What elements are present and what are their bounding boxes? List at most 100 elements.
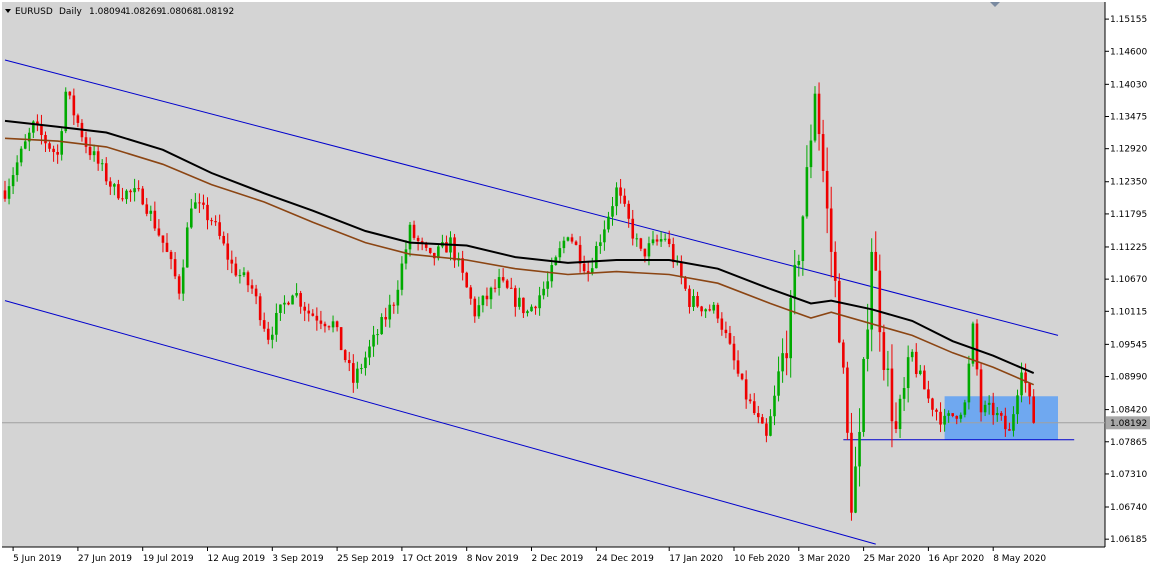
candle-body: [412, 224, 416, 238]
candle-body: [372, 334, 375, 347]
candle-body: [931, 398, 934, 410]
time-tick-label: 17 Oct 2019: [402, 554, 458, 564]
candle-body: [497, 277, 501, 289]
candle-body: [708, 309, 711, 311]
candle-body: [1016, 395, 1019, 415]
candle-body: [983, 404, 987, 413]
candle-body: [181, 267, 185, 294]
candle-body: [505, 280, 509, 288]
price-tick-label: 1.08420: [1110, 406, 1147, 416]
candle-body: [509, 287, 513, 289]
candle-body: [117, 184, 120, 199]
candle-body: [428, 247, 432, 253]
candle-body: [194, 202, 197, 209]
time-tick-label: 8 May 2020: [993, 554, 1046, 564]
candle-body: [185, 227, 189, 268]
candle-body: [206, 204, 209, 221]
candle-body: [655, 239, 659, 242]
candle-body: [287, 302, 290, 305]
candle-body: [987, 402, 991, 405]
price-tick-label: 1.06185: [1110, 535, 1147, 545]
candle-body: [514, 288, 517, 307]
candle-body: [805, 167, 809, 217]
candle-body: [1000, 412, 1003, 416]
time-tick-label: 5 Jun 2019: [13, 554, 62, 564]
candle-body: [728, 333, 732, 344]
candle-body: [76, 115, 80, 123]
candle-body: [623, 195, 626, 204]
candle-body: [214, 221, 217, 223]
candle-body: [291, 295, 294, 305]
plot-area[interactable]: [2, 2, 1105, 547]
time-tick-label: 27 Jun 2019: [78, 554, 132, 564]
candle-body: [465, 272, 468, 288]
candle-body: [785, 353, 788, 359]
candle-body: [866, 329, 869, 359]
candle-body: [307, 310, 311, 314]
candle-body: [125, 190, 128, 200]
candle-body: [740, 373, 744, 380]
candle-body: [396, 289, 400, 306]
candle-body: [923, 370, 926, 390]
candle-body: [578, 244, 582, 264]
candle-body: [368, 346, 371, 358]
candle-body: [210, 220, 213, 222]
candle-body: [258, 296, 262, 321]
price-tick-label: 1.11225: [1110, 243, 1147, 253]
candle-body: [744, 379, 748, 400]
candle-body: [615, 187, 618, 207]
price-tick-label: 1.08990: [1110, 373, 1147, 383]
candle-body: [854, 466, 857, 513]
candle-body: [52, 148, 55, 153]
candle-body: [688, 288, 691, 307]
candle-body: [927, 389, 930, 399]
candle-body: [1008, 429, 1011, 431]
candle-body: [3, 190, 7, 199]
current-price-tag-text: 1.08192: [1110, 419, 1147, 429]
candle-body: [100, 163, 104, 165]
candle-body: [955, 415, 959, 419]
candle-body: [404, 249, 408, 264]
candle-body: [935, 409, 938, 412]
candle-body: [846, 367, 849, 433]
candle-body: [607, 216, 610, 230]
candle-body: [133, 188, 136, 193]
candle-body: [825, 170, 829, 209]
candle-body: [878, 270, 882, 333]
price-tick-label: 1.11795: [1110, 210, 1147, 220]
candle-body: [761, 417, 764, 424]
candle-body: [1028, 383, 1031, 397]
candle-body: [473, 298, 477, 317]
candle-body: [526, 311, 529, 314]
candle-body: [817, 93, 821, 135]
candle-body: [48, 143, 51, 149]
time-tick-label: 19 Jul 2019: [143, 554, 194, 564]
time-tick-label: 24 Dec 2019: [596, 554, 654, 564]
candle-body: [890, 368, 894, 422]
candle-body: [234, 263, 238, 276]
candle-body: [279, 304, 282, 313]
candle-body: [769, 416, 772, 436]
candle-body: [862, 358, 865, 432]
candle-body: [230, 259, 234, 264]
candle-body: [364, 357, 367, 369]
candle-body: [226, 243, 230, 260]
candle-body: [684, 277, 687, 289]
candle-body: [145, 204, 149, 214]
timeframe-label: Daily: [59, 7, 82, 17]
price-chart[interactable]: 1.15155 1.14600 1.14030 1.13475 1.12920 1.123…: [0, 0, 1153, 569]
ohlc-low: 1.08068: [161, 7, 198, 17]
candle-body: [902, 388, 906, 399]
candle-body: [631, 218, 635, 239]
candle-body: [129, 190, 132, 193]
time-tick-label: 3 Mar 2020: [799, 554, 851, 564]
candle-body: [335, 321, 339, 328]
candle-body: [611, 206, 614, 217]
candle-body: [991, 402, 995, 416]
candle-body: [651, 239, 655, 244]
candle-body: [173, 259, 177, 277]
candle-body: [570, 237, 574, 242]
candle-body: [60, 131, 63, 155]
candle-body: [566, 237, 570, 241]
candle-body: [692, 295, 695, 307]
